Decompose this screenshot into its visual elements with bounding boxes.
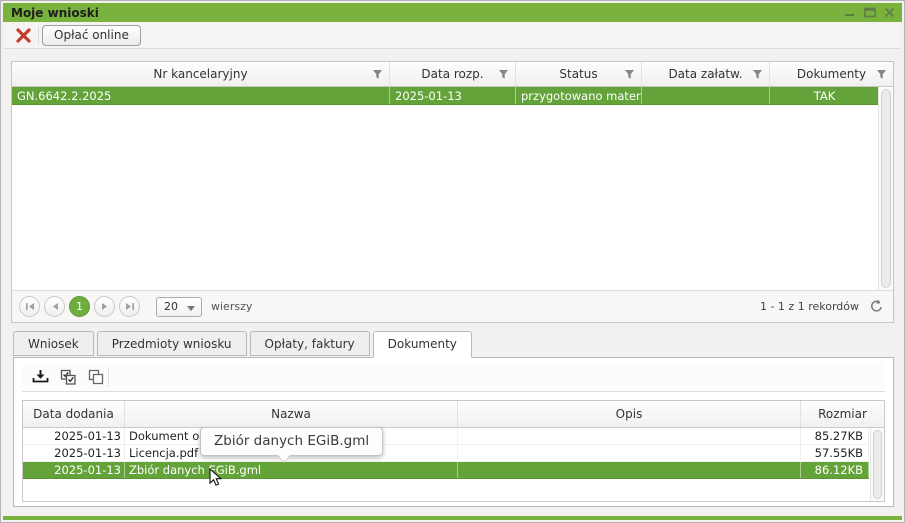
column-header-nr-kancelaryjny[interactable]: Nr kancelaryjny — [12, 62, 390, 86]
requests-scrollbar[interactable] — [878, 87, 893, 290]
filter-funnel-icon[interactable] — [372, 69, 383, 83]
cell-name: Zbiór danych EGiB.gml — [125, 462, 458, 478]
documents-grid-header: Data dodania Nazwa Opis Rozmiar — [23, 401, 884, 428]
table-row[interactable]: 2025-01-13 Dokument ob 85.27KB — [23, 428, 869, 445]
last-page-icon[interactable] — [119, 296, 140, 317]
filter-funnel-icon[interactable] — [498, 69, 509, 83]
cell-size: 85.27KB — [801, 428, 869, 444]
window-bottom-edge — [3, 516, 902, 520]
titlebar: Moje wnioski — [3, 3, 902, 22]
page-size-select[interactable]: 20 — [156, 297, 202, 317]
tooltip-text: Zbiór danych EGiB.gml — [214, 433, 369, 449]
documents-panel: Data dodania Nazwa Opis Rozmiar 2025-01-… — [13, 357, 894, 507]
column-header-opis[interactable]: Opis — [458, 401, 801, 427]
main-toolbar: Opłać online — [4, 22, 901, 49]
cell-date: 2025-01-13 — [23, 428, 125, 444]
first-page-icon[interactable] — [19, 296, 40, 317]
cell-size: 57.55KB — [801, 445, 869, 461]
cell-dokumenty: TAK — [770, 87, 880, 104]
toolbar-separator — [38, 26, 39, 45]
cell-opis — [458, 462, 801, 478]
filter-funnel-icon[interactable] — [752, 69, 763, 83]
cell-opis — [458, 428, 801, 444]
next-page-icon[interactable] — [94, 296, 115, 317]
column-header-data-dodania[interactable]: Data dodania — [23, 401, 125, 427]
pay-online-button[interactable]: Opłać online — [42, 25, 141, 46]
cell-date: 2025-01-13 — [23, 445, 125, 461]
cell-date: 2025-01-13 — [23, 462, 125, 478]
app-window: Moje wnioski Opłać online Nr kancelaryjn… — [0, 0, 905, 523]
close-icon[interactable] — [883, 6, 896, 19]
filter-funnel-icon[interactable] — [624, 69, 635, 83]
requests-grid: Nr kancelaryjny Data rozp. Status Data z… — [11, 61, 894, 323]
download-icon[interactable] — [28, 366, 52, 388]
column-header-nazwa[interactable]: Nazwa — [125, 401, 458, 427]
pagination-bar: 1 20 wierszy 1 - 1 z 1 rekordów — [12, 290, 893, 322]
detail-tabs: Wniosek Przedmioty wniosku Opłaty, faktu… — [13, 331, 472, 357]
tab-dokumenty[interactable]: Dokumenty — [373, 331, 472, 358]
column-header-rozmiar[interactable]: Rozmiar — [801, 401, 884, 427]
column-header-data-zalatw[interactable]: Data załatw. — [642, 62, 770, 86]
table-row-selected[interactable]: GN.6642.2.2025 2025-01-13 przygotowano m… — [12, 87, 880, 105]
tooltip: Zbiór danych EGiB.gml — [200, 427, 383, 456]
table-row-selected[interactable]: 2025-01-13 Zbiór danych EGiB.gml 86.12KB — [23, 462, 869, 479]
table-row[interactable]: 2025-01-13 Licencja.pdf 57.55KB — [23, 445, 869, 462]
tab-wniosek[interactable]: Wniosek — [13, 331, 94, 356]
window-controls — [843, 3, 896, 22]
scrollbar-thumb[interactable] — [873, 430, 882, 499]
select-all-icon[interactable] — [56, 366, 80, 388]
minimize-icon[interactable] — [843, 6, 856, 19]
maximize-icon[interactable] — [863, 6, 876, 19]
cell-nr: GN.6642.2.2025 — [12, 87, 390, 104]
tab-oplaty-faktury[interactable]: Opłaty, faktury — [250, 331, 370, 356]
current-page-badge[interactable]: 1 — [69, 296, 90, 317]
scrollbar-thumb[interactable] — [881, 89, 891, 288]
cell-data-zalatw — [642, 87, 770, 104]
cell-data-rozp: 2025-01-13 — [390, 87, 516, 104]
tooltip-arrow — [277, 454, 291, 462]
copy-icon[interactable] — [84, 366, 108, 388]
cell-status: przygotowano materi... — [516, 87, 642, 104]
tab-przedmioty-wniosku[interactable]: Przedmioty wniosku — [97, 331, 247, 356]
column-header-data-rozp[interactable]: Data rozp. — [390, 62, 516, 86]
documents-toolbar — [22, 363, 885, 392]
records-count: 1 - 1 z 1 rekordów — [760, 300, 859, 313]
cell-opis — [458, 445, 801, 461]
toolbar-separator — [108, 367, 109, 387]
window-title: Moje wnioski — [3, 6, 99, 20]
documents-grid: Data dodania Nazwa Opis Rozmiar 2025-01-… — [22, 400, 885, 502]
column-header-status[interactable]: Status — [516, 62, 642, 86]
requests-grid-header: Nr kancelaryjny Data rozp. Status Data z… — [12, 62, 893, 87]
rows-label: wierszy — [211, 300, 252, 313]
cell-size: 86.12KB — [801, 462, 869, 478]
documents-scrollbar[interactable] — [870, 428, 884, 501]
page-size-value: 20 — [157, 300, 178, 313]
chevron-down-icon — [187, 306, 195, 311]
filter-funnel-icon[interactable] — [876, 69, 887, 83]
delete-icon[interactable] — [15, 27, 32, 44]
column-header-dokumenty[interactable]: Dokumenty — [770, 62, 893, 86]
prev-page-icon[interactable] — [44, 296, 65, 317]
pager-controls: 1 — [12, 296, 140, 317]
refresh-icon[interactable] — [869, 299, 884, 317]
